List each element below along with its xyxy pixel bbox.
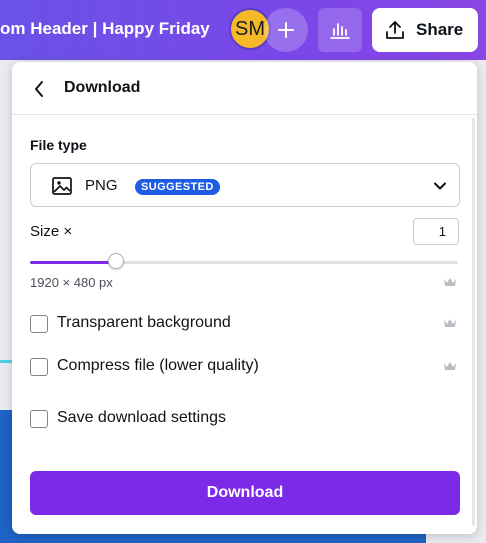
crown-icon: [444, 278, 456, 286]
document-title[interactable]: om Header | Happy Friday: [0, 19, 210, 39]
size-slider-fill: [30, 261, 116, 264]
bar-chart-icon: [330, 23, 350, 39]
crown-icon: [444, 319, 456, 327]
insights-button[interactable]: [318, 8, 362, 52]
plus-icon: [278, 22, 294, 38]
file-type-value: PNG: [85, 177, 118, 194]
size-slider-thumb[interactable]: [107, 253, 124, 269]
chevron-down-icon: [434, 182, 446, 190]
share-button[interactable]: Share: [372, 8, 478, 52]
back-button[interactable]: [26, 76, 52, 102]
add-collaborator-button[interactable]: [264, 8, 308, 52]
file-type-label: File type: [30, 137, 87, 153]
size-label: Size ×: [30, 223, 73, 240]
editor-header: om Header | Happy Friday SM Share: [0, 0, 486, 60]
image-icon: [52, 177, 72, 195]
crown-icon: [444, 362, 456, 370]
size-multiplier-input[interactable]: [413, 218, 459, 245]
file-type-select[interactable]: PNG SUGGESTED: [30, 163, 460, 207]
panel-scrollbar[interactable]: [472, 118, 475, 526]
suggested-badge: SUGGESTED: [135, 179, 220, 195]
panel-header: Download: [12, 62, 477, 115]
option-label: Transparent background: [57, 314, 231, 331]
panel-title: Download: [64, 79, 141, 96]
size-slider[interactable]: [30, 253, 458, 269]
share-label: Share: [416, 20, 464, 39]
option-label: Compress file (lower quality): [57, 357, 259, 374]
chevron-left-icon: [35, 81, 43, 97]
export-dimensions: 1920 × 480 px: [30, 275, 113, 290]
download-panel: Download File type PNG SUGGESTED Size × …: [12, 62, 477, 534]
download-button[interactable]: Download: [30, 471, 460, 515]
option-label: Save download settings: [57, 409, 226, 426]
checkbox[interactable]: [30, 410, 48, 428]
upload-icon: [386, 21, 404, 39]
checkbox[interactable]: [30, 358, 48, 376]
checkbox[interactable]: [30, 315, 48, 333]
